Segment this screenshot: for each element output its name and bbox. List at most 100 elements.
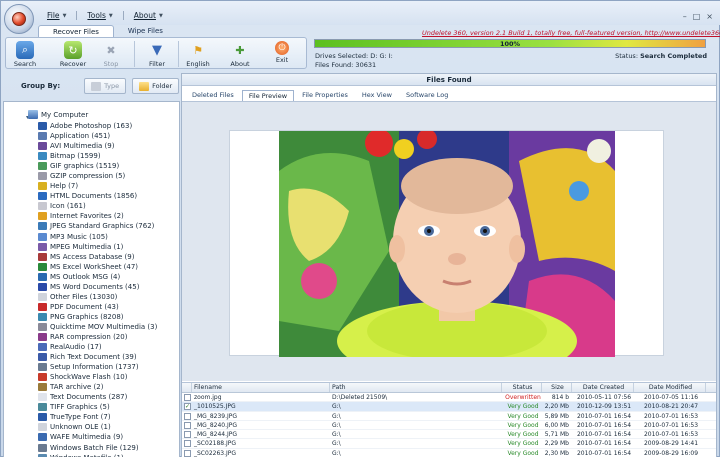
table-row[interactable]: _SC02188.JPG G:\ Very Good 2,29 Mb 2010-07-0… (182, 439, 716, 449)
file-type-icon (38, 453, 47, 457)
app-window: File ▼ Tools ▼ About ▼ Undelete 360, ver… (0, 0, 720, 457)
cell-status: Very Good (507, 449, 539, 457)
tree-item[interactable]: Icon (161) (38, 201, 157, 211)
tree-item[interactable]: Other Files (13030) (38, 292, 157, 302)
tree-item[interactable]: MPEG Multimedia (1) (38, 242, 157, 252)
tree-item[interactable]: Bitmap (1599) (38, 151, 157, 161)
menu-file[interactable]: File ▼ (47, 11, 66, 20)
header-size[interactable]: Size (542, 383, 572, 392)
tab-file-properties[interactable]: File Properties (296, 90, 354, 101)
tree-item[interactable]: Windows Metafile (1) (38, 453, 157, 457)
group-by-type-button[interactable]: Type (84, 78, 127, 94)
table-row[interactable]: _SC02263.JPG G:\ Very Good 2,30 Mb 2010-07-0… (182, 449, 716, 457)
tree-item[interactable]: Adobe Photoshop (163) (38, 121, 157, 131)
ribbon-tabs: Recover Files Wipe Files (38, 25, 177, 37)
row-checkbox[interactable] (182, 430, 192, 439)
checkbox-icon[interactable] (184, 394, 191, 401)
tree-item[interactable]: HTML Documents (1856) (38, 191, 157, 201)
tree-item[interactable]: GIF graphics (1519) (38, 161, 157, 171)
header-checkbox[interactable] (182, 383, 192, 392)
tree-item[interactable]: Text Documents (287) (38, 392, 157, 402)
tab-wipe-files[interactable]: Wipe Files (114, 25, 177, 37)
checkbox-icon[interactable] (184, 403, 191, 411)
cell-path: G:\ (332, 421, 341, 429)
about-button[interactable]: ✚ About (222, 39, 258, 69)
table-row[interactable]: _MG_8244.JPG G:\ Very Good 5,71 Mb 2010-07-0… (182, 430, 716, 440)
tree-item[interactable]: RAR compression (20) (38, 332, 157, 342)
menu-tools-label: Tools (87, 11, 106, 20)
row-checkbox[interactable] (182, 412, 192, 420)
maximize-icon[interactable]: □ (693, 12, 701, 21)
checkbox-icon[interactable] (184, 449, 191, 457)
tab-recover-files[interactable]: Recover Files (38, 25, 114, 37)
promo-link[interactable]: Undelete 360, version 2.1 Build 1, total… (422, 29, 720, 37)
tree-item[interactable]: TIFF Graphics (5) (38, 402, 157, 412)
tree-item[interactable]: WAFE Multimedia (9) (38, 432, 157, 442)
checkbox-icon[interactable] (184, 412, 191, 420)
minimize-icon[interactable]: – (683, 12, 687, 21)
tree-item-label: Quicktime MOV Multimedia (3) (50, 322, 158, 331)
tree-item[interactable]: Help (7) (38, 181, 157, 191)
tree-item[interactable]: TrueType Font (7) (38, 412, 157, 422)
tree-item[interactable]: MS Word Documents (45) (38, 282, 157, 292)
table-row[interactable]: _MG_8240.JPG G:\ Very Good 6,00 Mb 2010-07-0… (182, 421, 716, 431)
tree-item[interactable]: Windows Batch File (129) (38, 443, 157, 453)
tree-item[interactable]: MS Outlook MSG (4) (38, 272, 157, 282)
tree-item[interactable]: Setup Information (1737) (38, 362, 157, 372)
exit-button[interactable]: ⏻ Exit (264, 39, 300, 69)
tree-item[interactable]: Unknown OLE (1) (38, 422, 157, 432)
stop-button[interactable]: ✖ Stop (93, 39, 129, 69)
header-filename[interactable]: Filename (192, 383, 330, 392)
close-icon[interactable]: × (706, 12, 713, 21)
tree-item[interactable]: PNG Graphics (8208) (38, 312, 157, 322)
menu-about[interactable]: About ▼ (134, 11, 163, 20)
header-path[interactable]: Path (330, 383, 502, 392)
header-date-modified[interactable]: Date Modified (634, 383, 706, 392)
tab-file-preview[interactable]: File Preview (241, 90, 295, 101)
results-pane: Files Found Deleted Files File Preview F… (181, 73, 717, 457)
checkbox-icon[interactable] (184, 431, 191, 439)
cell-date-created: 2010-07-01 16:54 (576, 440, 632, 448)
tab-software-log[interactable]: Software Log (400, 90, 454, 101)
tree-item[interactable]: MS Excel WorkSheet (47) (38, 262, 157, 272)
row-checkbox[interactable] (182, 439, 192, 448)
checkbox-icon[interactable] (184, 440, 191, 448)
search-button[interactable]: ⌕ Search (7, 39, 43, 69)
tree-item[interactable]: TAR archive (2) (38, 382, 157, 392)
tree-item[interactable]: PDF Document (43) (38, 302, 157, 312)
tree-item[interactable]: Rich Text Document (39) (38, 352, 157, 362)
group-by-folder-button[interactable]: Folder (132, 78, 180, 94)
tree-item[interactable]: MP3 Music (105) (38, 232, 157, 242)
header-date-created[interactable]: Date Created (572, 383, 634, 392)
row-checkbox[interactable] (182, 449, 192, 457)
tree-item[interactable]: Application (451) (38, 131, 157, 141)
tree-item-label: AVI Multimedia (9) (50, 142, 115, 151)
tree-item-label: WAFE Multimedia (9) (50, 433, 124, 442)
tree-item[interactable]: GZIP compression (5) (38, 171, 157, 181)
tree-item[interactable]: ShockWave Flash (10) (38, 372, 157, 382)
tree-item[interactable]: MS Access Database (9) (38, 252, 157, 262)
row-checkbox[interactable] (182, 393, 192, 401)
tree-root-my-computer[interactable]: My Computer (28, 110, 88, 119)
menu-tools[interactable]: Tools ▼ (87, 11, 112, 20)
row-checkbox[interactable] (182, 421, 192, 429)
filter-button[interactable]: ▼ Filter (139, 39, 175, 69)
table-row[interactable]: _MG_8239.JPG G:\ Very Good 5,89 Mb 2010-07-0… (182, 412, 716, 421)
tab-deleted-files[interactable]: Deleted Files (186, 90, 240, 101)
tree-item[interactable]: JPEG Standard Graphics (762) (38, 221, 157, 231)
cell-date-created: 2010-07-01 16:54 (576, 449, 632, 457)
row-checkbox[interactable] (182, 402, 192, 411)
tree-item[interactable]: AVI Multimedia (9) (38, 141, 157, 151)
table-row[interactable]: zoom.jpg D:\Deleted 21509\ Overwritten 814 … (182, 393, 716, 403)
tree-item[interactable]: RealAudio (17) (38, 342, 157, 352)
tree-item[interactable]: Quicktime MOV Multimedia (3) (38, 322, 157, 332)
header-status[interactable]: Status (502, 383, 542, 392)
tab-hex-view[interactable]: Hex View (356, 90, 398, 101)
recover-button[interactable]: ↻ Recover (55, 39, 91, 69)
english-button[interactable]: ⚑ English (180, 39, 216, 69)
tree-item[interactable]: Internet Favorites (2) (38, 211, 157, 221)
tree-item-label: JPEG Standard Graphics (762) (50, 222, 155, 231)
checkbox-icon[interactable] (184, 421, 191, 429)
table-row[interactable]: _1010525.JPG G:\ Very Good 2,20 Mb 2010-12-0… (182, 402, 716, 412)
app-menu-button[interactable] (4, 4, 34, 34)
